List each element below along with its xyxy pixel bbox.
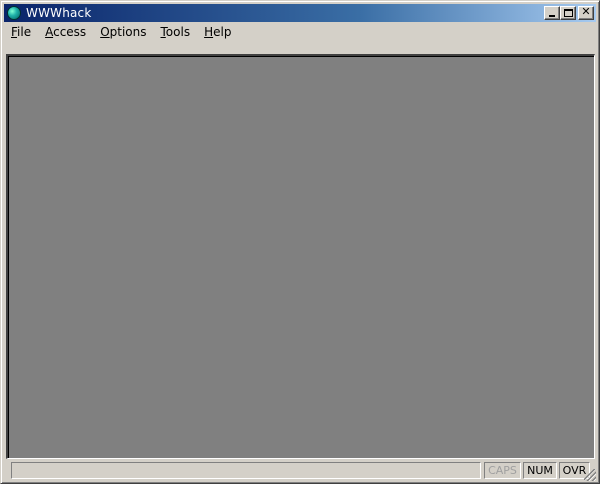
menu-mnemonic: O (100, 25, 110, 39)
menu-mnemonic: A (45, 25, 54, 39)
maximize-icon (564, 9, 573, 17)
menu-tools[interactable]: Tools (154, 22, 198, 42)
menu-access[interactable]: Access (38, 22, 93, 42)
caps-indicator: CAPS (484, 462, 521, 479)
menu-options[interactable]: Options (93, 22, 153, 42)
maximize-button[interactable] (560, 6, 576, 20)
menu-mnemonic: T (160, 25, 166, 39)
title-bar[interactable]: WWWhack ✕ (4, 4, 596, 22)
minimize-button[interactable] (544, 6, 560, 20)
close-icon: ✕ (581, 5, 591, 18)
window-title: WWWhack (26, 6, 92, 20)
app-window: WWWhack ✕ File Access Options Tools Help… (0, 0, 600, 484)
menu-mnemonic: F (11, 25, 18, 39)
menu-mnemonic: H (204, 25, 214, 39)
menu-help[interactable]: Help (197, 22, 238, 42)
minimize-icon (549, 15, 555, 17)
globe-icon[interactable] (7, 6, 21, 20)
window-controls: ✕ (544, 6, 594, 20)
status-bar: CAPS NUM OVR (4, 461, 596, 481)
mdi-client-area[interactable] (6, 54, 595, 459)
resize-grip-icon[interactable] (584, 469, 596, 481)
menu-bar: File Access Options Tools Help (4, 22, 596, 42)
close-button[interactable]: ✕ (578, 6, 594, 20)
menu-file[interactable]: File (4, 22, 38, 42)
num-indicator: NUM (523, 462, 557, 479)
status-message (11, 462, 481, 479)
